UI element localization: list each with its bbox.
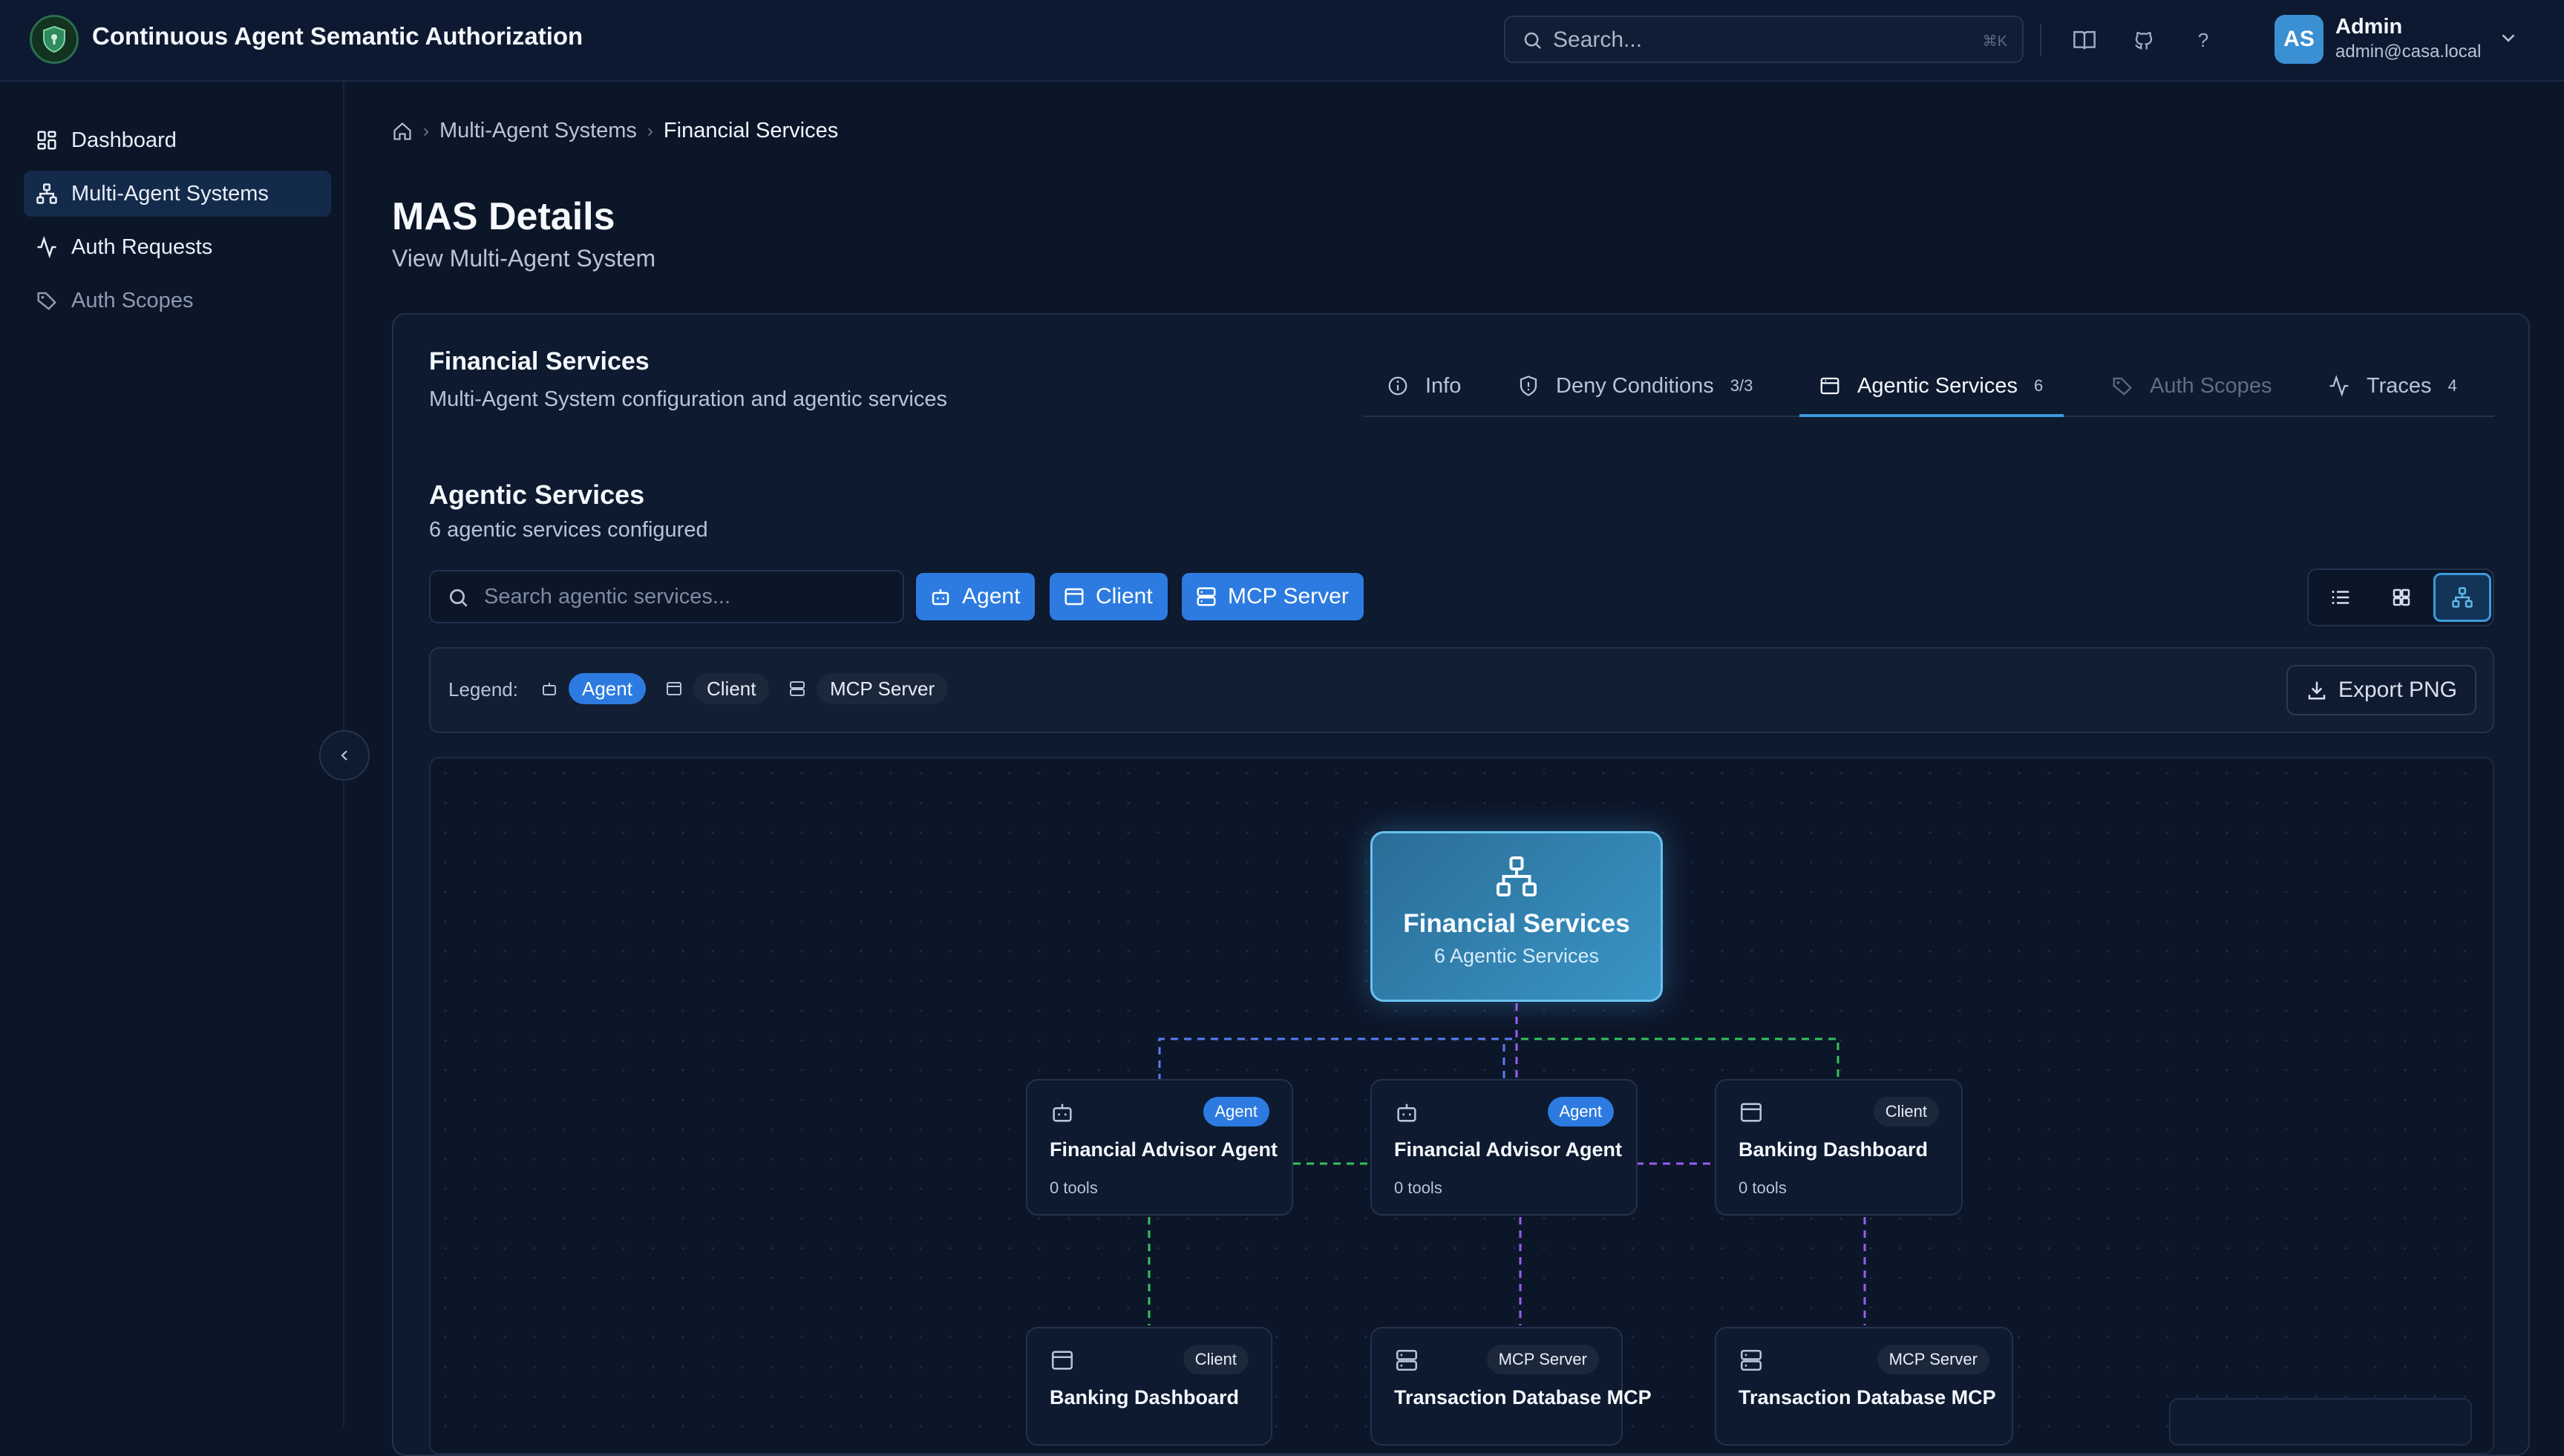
bot-icon [1050,1100,1075,1125]
network-icon [1494,854,1539,899]
service-node-client[interactable]: Client Banking Dashboard [1026,1327,1272,1446]
node-title: Transaction Database MCP [1394,1386,1652,1409]
node-title: Financial Advisor Agent [1394,1138,1623,1161]
type-badge: MCP Server [1486,1345,1599,1374]
node-title: Transaction Database MCP [1739,1386,1996,1409]
root-node-financial-services[interactable]: Financial Services 6 Agentic Services [1370,831,1663,1002]
node-title: Banking Dashboard [1050,1386,1240,1409]
edge-root-agent-2 [1502,1003,1518,1080]
graph-minimap[interactable] [2169,1398,2472,1446]
type-badge: Client [1183,1345,1249,1374]
service-node-agent[interactable]: Agent Financial Advisor Agent 0 tools [1370,1079,1638,1216]
window-icon [1739,1100,1764,1125]
edge-root-agent-1 [1158,1003,1518,1080]
bot-icon [1394,1100,1419,1125]
service-node-client[interactable]: Client Banking Dashboard 0 tools [1715,1079,1963,1216]
server-icon [1739,1348,1764,1373]
service-node-mcp-server[interactable]: MCP Server Transaction Database MCP [1370,1327,1652,1446]
window-icon [1050,1348,1075,1373]
root-node-subtitle: 6 Agentic Services [1433,945,1600,967]
type-badge: Agent [1203,1097,1269,1127]
node-tools: 0 tools [1050,1178,1098,1197]
service-node-agent[interactable]: Agent Financial Advisor Agent 0 tools [1026,1079,1293,1216]
node-tools: 0 tools [1394,1178,1442,1197]
type-badge: Agent [1547,1097,1614,1127]
node-title: Financial Advisor Agent [1050,1138,1278,1161]
node-tools: 0 tools [1739,1178,1787,1197]
server-icon [1394,1348,1419,1373]
node-title: Banking Dashboard [1739,1138,1929,1161]
service-node-mcp-server[interactable]: MCP Server Transaction Database MCP [1715,1327,2013,1446]
root-node-title: Financial Services [1403,909,1630,938]
type-badge: MCP Server [1877,1345,1989,1374]
type-badge: Client [1873,1097,1939,1127]
edge-root-client [1515,1003,1839,1080]
